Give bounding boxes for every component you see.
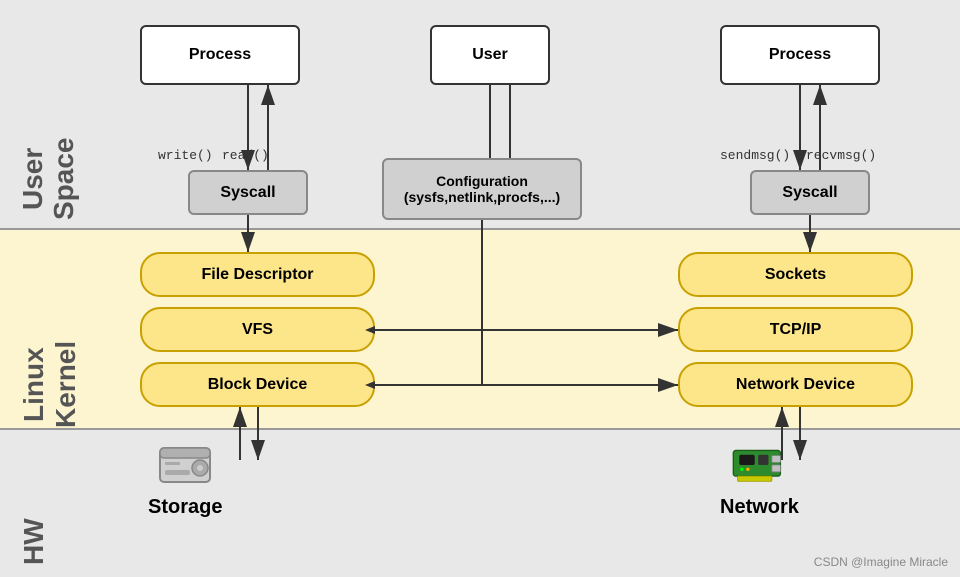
process-left-box: Process bbox=[140, 25, 300, 85]
sendmsg-label: sendmsg() bbox=[720, 148, 790, 163]
storage-icon bbox=[155, 440, 215, 490]
tcp-ip-box: TCP/IP bbox=[678, 307, 913, 352]
network-device-box: Network Device bbox=[678, 362, 913, 407]
user-box: User bbox=[430, 25, 550, 85]
network-icon bbox=[729, 440, 789, 490]
kernel-label: Linux Kernel bbox=[18, 248, 82, 428]
vfs-box: VFS bbox=[140, 307, 375, 352]
network-hw-item: Network bbox=[720, 440, 799, 519]
network-label: Network bbox=[720, 496, 799, 519]
diagram: User Space Linux Kernel HW Process Proce… bbox=[0, 0, 960, 577]
syscall-right-box: Syscall bbox=[750, 170, 870, 215]
recvmsg-label: recvmsg() bbox=[806, 148, 876, 163]
read-label: read() bbox=[222, 148, 269, 163]
watermark: CSDN @Imagine Miracle bbox=[814, 555, 948, 569]
configuration-box: Configuration (sysfs,netlink,procfs,...) bbox=[382, 158, 582, 220]
file-descriptor-box: File Descriptor bbox=[140, 252, 375, 297]
storage-label: Storage bbox=[148, 496, 222, 519]
sockets-box: Sockets bbox=[678, 252, 913, 297]
syscall-left-box: Syscall bbox=[188, 170, 308, 215]
write-label: write() bbox=[158, 148, 213, 163]
process-right-box: Process bbox=[720, 25, 880, 85]
block-device-box: Block Device bbox=[140, 362, 375, 407]
user-space-label: User Space bbox=[18, 10, 80, 220]
storage-hw-item: Storage bbox=[148, 440, 222, 519]
hw-label: HW bbox=[18, 435, 50, 565]
